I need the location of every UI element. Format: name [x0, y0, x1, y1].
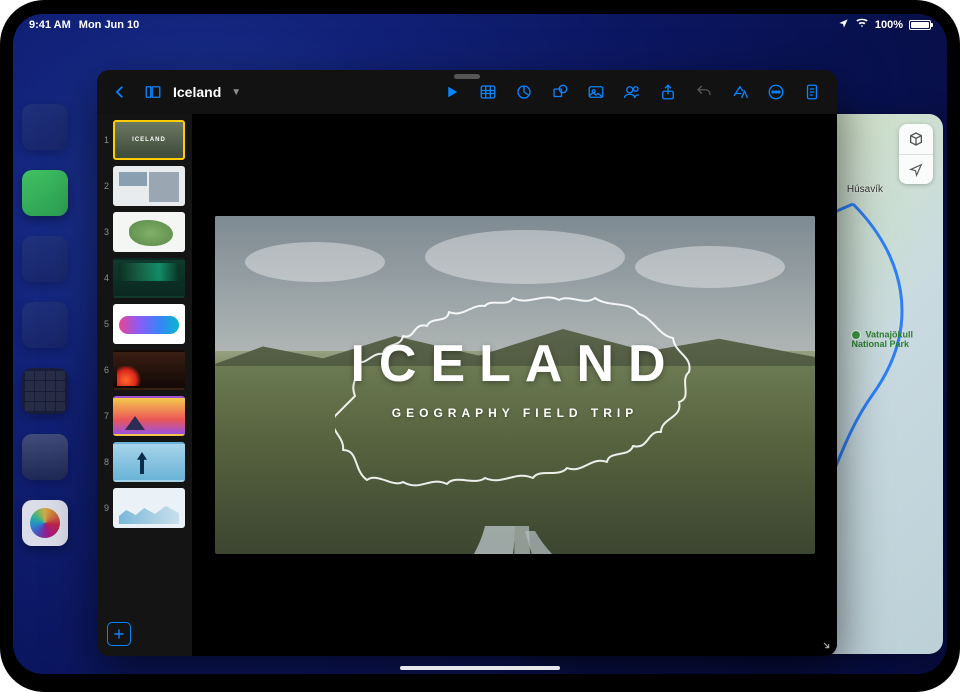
more-button[interactable]: [761, 77, 791, 107]
stage-app-tile[interactable]: [22, 104, 68, 150]
status-bar: 9:41 AM Mon Jun 10 100%: [13, 14, 947, 36]
home-indicator[interactable]: [400, 666, 560, 670]
stage-app-tile[interactable]: [22, 236, 68, 282]
collaborate-button[interactable]: [617, 77, 647, 107]
slide-number: 4: [101, 273, 109, 283]
insert-chart-button[interactable]: [509, 77, 539, 107]
undo-button[interactable]: [689, 77, 719, 107]
slide-number: 3: [101, 227, 109, 237]
slide-thumbnail[interactable]: [113, 396, 185, 436]
slide-thumbnail[interactable]: [113, 350, 185, 390]
slide-thumbnail[interactable]: [113, 212, 185, 252]
stage-app-tile[interactable]: [22, 434, 68, 480]
slide-title-text[interactable]: ICELAND: [215, 334, 815, 394]
keynote-window: Iceland ▼ 1 2 3: [97, 70, 837, 656]
slide-thumbnail[interactable]: [113, 258, 185, 298]
slide-number: 1: [101, 135, 109, 145]
stage-app-calculator[interactable]: [22, 368, 68, 414]
slide-thumbnail[interactable]: [113, 442, 185, 482]
slide-number: 6: [101, 365, 109, 375]
window-grab-pill[interactable]: [454, 74, 480, 79]
window-resize-handle[interactable]: [817, 636, 831, 650]
insert-shape-button[interactable]: [545, 77, 575, 107]
chevron-down-icon: ▼: [231, 87, 241, 98]
document-title-label: Iceland: [173, 84, 221, 100]
share-button[interactable]: [653, 77, 683, 107]
maps-city-label: Húsavík: [847, 184, 883, 195]
slide-thumbnail[interactable]: [113, 304, 185, 344]
slide-subtitle-text[interactable]: GEOGRAPHY FIELD TRIP: [215, 406, 815, 420]
maps-park-label: Vatnajökull National Park: [851, 330, 913, 349]
status-date: Mon Jun 10: [79, 19, 140, 31]
slide-thumbnail[interactable]: [113, 120, 185, 160]
slide-canvas[interactable]: ICELAND GEOGRAPHY FIELD TRIP: [215, 216, 815, 554]
play-button[interactable]: [437, 77, 467, 107]
document-title[interactable]: Iceland ▼: [173, 84, 241, 100]
view-options-button[interactable]: [139, 83, 167, 101]
slide-number: 2: [101, 181, 109, 191]
stage-manager-strip: [13, 104, 77, 546]
maps-controls: [899, 124, 933, 184]
slide-canvas-area[interactable]: ICELAND GEOGRAPHY FIELD TRIP: [193, 114, 837, 656]
add-slide-button[interactable]: [107, 622, 131, 646]
insert-media-button[interactable]: [581, 77, 611, 107]
stage-app-tile[interactable]: [22, 302, 68, 348]
maps-3d-button[interactable]: [899, 124, 933, 154]
back-button[interactable]: [107, 83, 133, 101]
stage-app-photos[interactable]: [22, 500, 68, 546]
slide-number: 9: [101, 503, 109, 513]
battery-pct: 100%: [875, 19, 903, 31]
battery-icon: [909, 20, 931, 30]
slide-number: 8: [101, 457, 109, 467]
slide-number: 7: [101, 411, 109, 421]
slide-thumbnail[interactable]: [113, 166, 185, 206]
format-button[interactable]: [725, 77, 755, 107]
wifi-icon: [855, 18, 869, 32]
slide-navigator[interactable]: 1 2 3 4 5 6 7 8 9: [97, 114, 193, 656]
insert-table-button[interactable]: [473, 77, 503, 107]
slide-thumbnail[interactable]: [113, 488, 185, 528]
document-options-button[interactable]: [797, 77, 827, 107]
status-time: 9:41 AM: [29, 19, 71, 31]
slide-number: 5: [101, 319, 109, 329]
stage-app-messages[interactable]: [22, 170, 68, 216]
location-icon: [838, 18, 849, 32]
maps-location-button[interactable]: [899, 154, 933, 184]
